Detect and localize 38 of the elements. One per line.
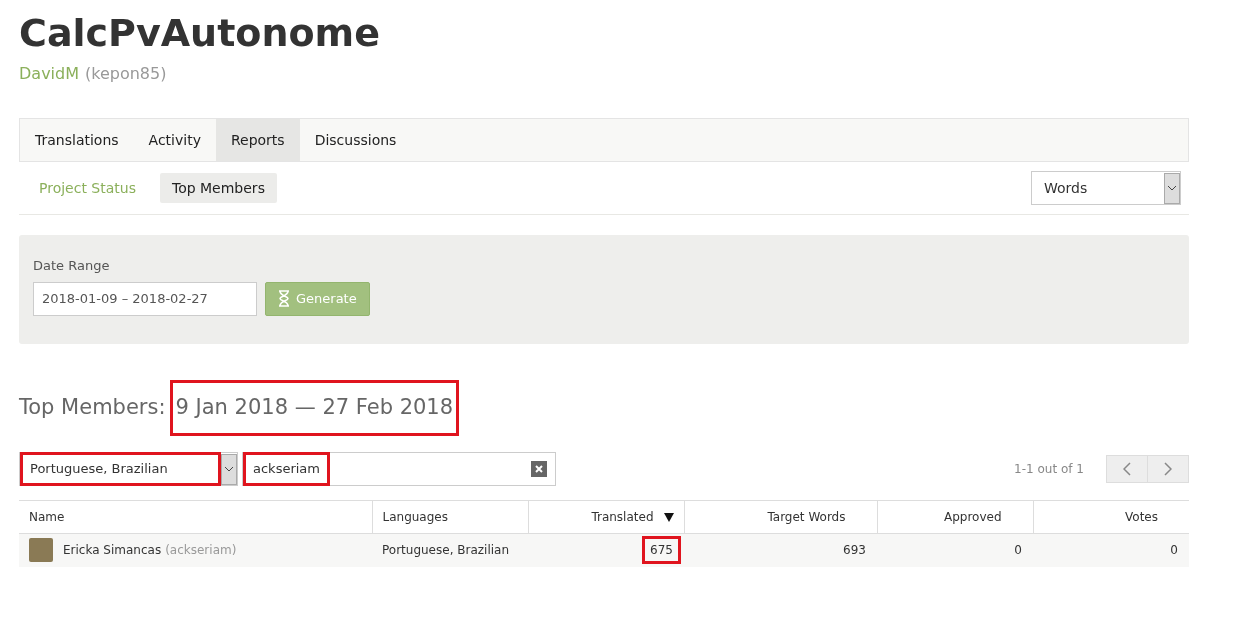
project-title: CalcPvAutonome [19, 10, 381, 56]
search-field[interactable]: ackseriam [242, 452, 556, 486]
date-period: 9 Jan 2018 — 27 Feb 2018 [169, 380, 460, 436]
clear-icon[interactable] [531, 461, 547, 477]
table-cell-text: Portuguese, Brazilian [382, 542, 510, 560]
table-cell-text: 0 [1170, 542, 1178, 560]
sort-down-icon [663, 513, 674, 522]
chevron-right-icon [1164, 462, 1172, 476]
table-cell: 675 [642, 536, 681, 565]
tab[interactable]: Translations [20, 119, 134, 161]
hourglass-icon [278, 290, 290, 307]
column-header[interactable]: Approved [877, 500, 1033, 534]
chevron-left-icon [1123, 462, 1131, 476]
chevron-icon [221, 453, 237, 485]
column-header[interactable]: Name [19, 500, 372, 534]
section-heading: Top Members: [19, 394, 166, 422]
column-header[interactable]: Votes [1033, 500, 1189, 534]
previous-page-button[interactable] [1106, 455, 1148, 483]
member-handle: (ackseriam) [165, 542, 237, 560]
next-page-button[interactable] [1148, 455, 1189, 483]
date-range-label: Date Range [33, 257, 111, 275]
table-cell-text: 0 [1014, 542, 1022, 560]
tab[interactable]: Reports [215, 119, 300, 161]
pagination-info: 1-1 out of 1 [1014, 461, 1084, 478]
tab[interactable]: Activity [133, 119, 216, 161]
member-name[interactable]: Ericka Simancas [63, 541, 162, 560]
owner-handle: (kepon85) [85, 63, 167, 85]
column-header[interactable]: Languages [372, 500, 528, 534]
tab[interactable]: Discussions [299, 119, 412, 161]
date-range-field[interactable]: 2018-01-09 – 2018-02-27 [33, 281, 257, 316]
column-header[interactable]: Target Words [684, 500, 877, 534]
avatar-picture [29, 538, 53, 563]
chevron-icon [1164, 172, 1180, 204]
language-select[interactable]: Portuguese, Brazilian [19, 452, 238, 486]
sub-tab[interactable]: Top Members [159, 173, 277, 203]
table-cell-text: 693 [843, 542, 866, 560]
unit-select[interactable]: Words [1031, 171, 1181, 205]
column-header[interactable]: Translated [528, 500, 684, 534]
